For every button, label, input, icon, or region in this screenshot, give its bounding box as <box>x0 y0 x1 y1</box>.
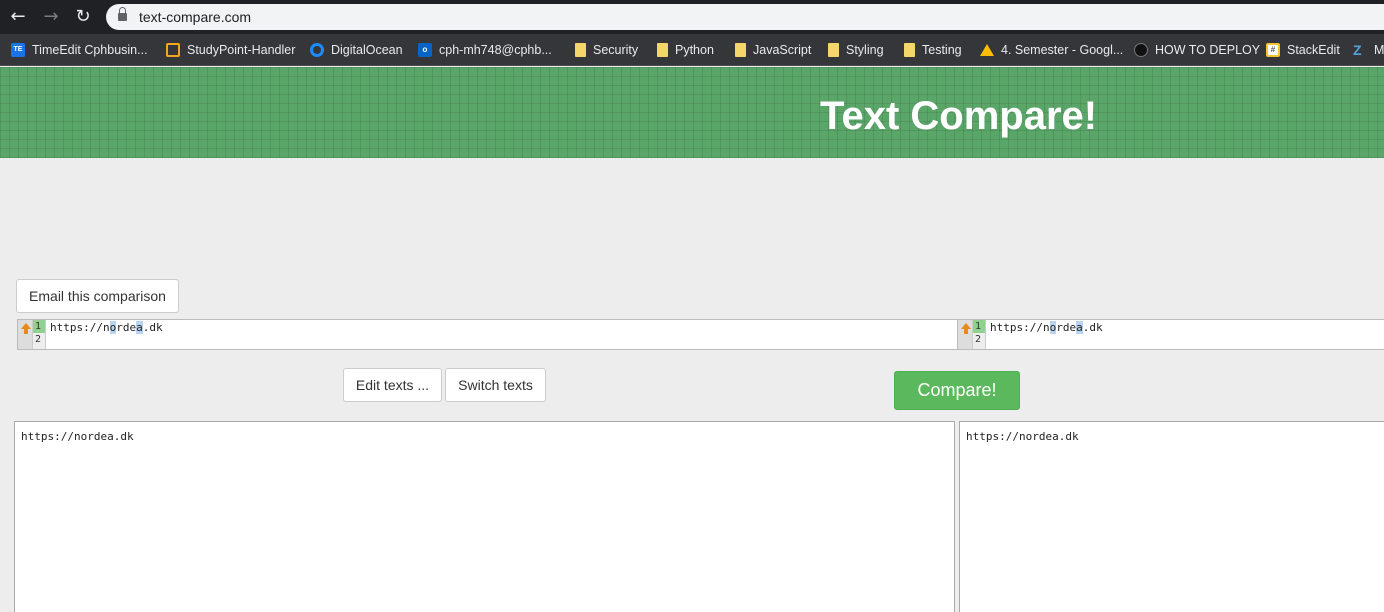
bookmark-testing[interactable]: Testing <box>904 41 962 59</box>
folder-icon <box>575 43 586 57</box>
bookmark-overflow[interactable]: Z M <box>1353 41 1384 59</box>
line-number: 2 <box>975 334 982 345</box>
left-text-input[interactable]: https://nordea.dk <box>14 421 955 612</box>
folder-icon <box>828 43 839 57</box>
lock-icon <box>118 7 127 22</box>
diff-highlight: a <box>1076 321 1083 334</box>
diff-view-left: 1 2 https://nordea.dk <box>17 319 958 350</box>
line-numbers: 1 2 <box>33 320 46 349</box>
bookmark-timeedit[interactable]: TE TimeEdit Cphbusin... <box>11 41 148 59</box>
diff-segment: rde <box>1056 321 1077 334</box>
bookmarks-bar: TE TimeEdit Cphbusin... StudyPoint-Handl… <box>0 34 1384 66</box>
bookmark-label: M <box>1374 43 1384 57</box>
upload-arrow-icon[interactable] <box>961 323 971 334</box>
bookmark-styling[interactable]: Styling <box>828 41 884 59</box>
digitalocean-icon <box>310 43 324 57</box>
z-icon: Z <box>1353 42 1362 58</box>
google-drive-icon <box>980 44 994 56</box>
bookmark-label: Python <box>675 43 714 57</box>
diff-gutter <box>18 320 33 349</box>
folder-icon <box>735 43 746 57</box>
switch-texts-button[interactable]: Switch texts <box>445 368 546 402</box>
reload-icon[interactable]: ↻ <box>72 6 94 28</box>
folder-icon <box>904 43 915 57</box>
bookmark-label: HOW TO DEPLOY <box>1155 43 1261 57</box>
line-numbers: 1 2 <box>973 320 986 349</box>
bookmark-outlook[interactable]: o cph-mh748@cphb... <box>418 41 552 59</box>
diff-highlight: a <box>136 321 143 334</box>
bookmark-studypoint[interactable]: StudyPoint-Handler <box>166 41 295 59</box>
bookmark-google-drive[interactable]: 4. Semester - Googl... <box>980 41 1123 59</box>
site-header: Text Compare! <box>0 67 1384 158</box>
compare-button[interactable]: Compare! <box>894 371 1020 410</box>
site-title[interactable]: Text Compare! <box>820 94 1097 139</box>
line-number: 1 <box>973 320 985 333</box>
timeedit-icon: TE <box>11 43 25 57</box>
outlook-icon: o <box>418 43 432 57</box>
bookmark-label: JavaScript <box>753 43 812 57</box>
url-text: text-compare.com <box>139 9 252 25</box>
bookmark-javascript[interactable]: JavaScript <box>735 41 811 59</box>
upload-arrow-icon[interactable] <box>21 323 31 334</box>
diff-view-right: 1 2 https://nordea.dk <box>957 319 1384 350</box>
email-comparison-button[interactable]: Email this comparison <box>16 279 179 313</box>
bookmark-label: Testing <box>922 43 962 57</box>
diff-gutter <box>958 320 973 349</box>
forward-arrow-icon[interactable]: → <box>40 6 62 28</box>
bookmark-label: 4. Semester - Googl... <box>1001 43 1124 57</box>
diff-segment: .dk <box>142 321 163 334</box>
bookmark-label: TimeEdit Cphbusin... <box>32 43 148 57</box>
address-bar[interactable]: text-compare.com <box>106 4 1384 30</box>
browser-toolbar: ← → ↻ text-compare.com <box>0 0 1384 34</box>
diff-segment: .dk <box>1082 321 1103 334</box>
back-arrow-icon[interactable]: ← <box>7 6 29 28</box>
studypoint-icon <box>166 43 180 57</box>
bookmark-label: DigitalOcean <box>331 43 403 57</box>
bookmark-python[interactable]: Python <box>657 41 714 59</box>
bookmark-stackedit[interactable]: # StackEdit <box>1266 41 1340 59</box>
diff-segment: https://n <box>50 321 110 334</box>
diff-segment: https://n <box>990 321 1050 334</box>
bookmark-label: cph-mh748@cphb... <box>439 43 552 57</box>
diff-segment: rde <box>116 321 137 334</box>
github-icon <box>1134 43 1148 57</box>
bookmark-security[interactable]: Security <box>575 41 638 59</box>
bookmark-label: Security <box>593 43 639 57</box>
bookmark-how-to-deploy[interactable]: HOW TO DEPLOY <box>1134 41 1260 59</box>
bookmark-digitalocean[interactable]: DigitalOcean <box>310 41 403 59</box>
bookmark-label: StackEdit <box>1287 43 1340 57</box>
diff-line-text: https://nordea.dk <box>50 321 163 334</box>
right-text-input[interactable]: https://nordea.dk <box>959 421 1384 612</box>
edit-texts-button[interactable]: Edit texts ... <box>343 368 442 402</box>
folder-icon <box>657 43 668 57</box>
line-number: 1 <box>33 320 45 333</box>
line-number: 2 <box>35 334 42 345</box>
bookmark-label: Styling <box>846 43 884 57</box>
bookmark-label: StudyPoint-Handler <box>187 43 296 57</box>
stackedit-icon: # <box>1266 43 1280 57</box>
diff-line-text: https://nordea.dk <box>990 321 1103 334</box>
